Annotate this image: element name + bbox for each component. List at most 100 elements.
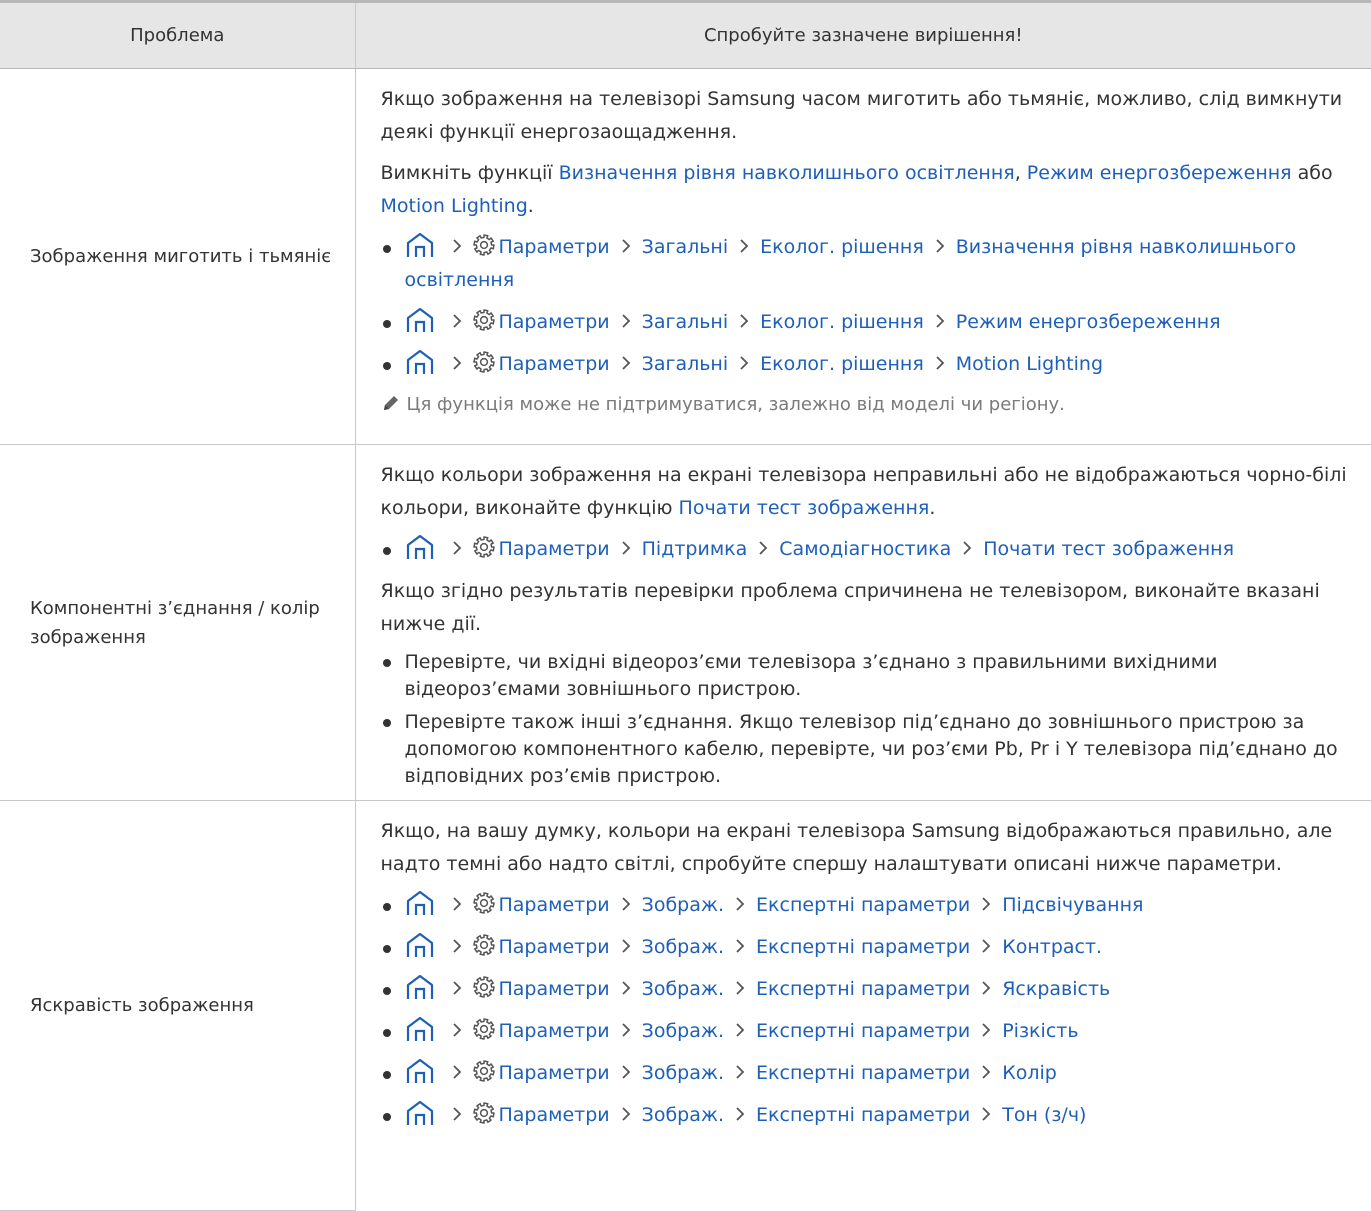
menu-path-step[interactable]: Motion Lighting — [956, 353, 1103, 375]
gear-icon[interactable] — [472, 892, 495, 914]
menu-path-step[interactable]: Загальні — [642, 311, 729, 333]
menu-path: Параметри Загальні Еколог. рішення Motion L… — [381, 348, 1352, 381]
menu-path-step[interactable]: Самодіагностика — [779, 538, 951, 560]
menu-path-step[interactable]: Зображ. — [642, 978, 724, 1000]
menu-path: Параметри Зображ. Експертні параметри Контр… — [381, 931, 1352, 964]
menu-path-step[interactable]: Експертні параметри — [756, 894, 970, 916]
problem-cell: Компонентні з’єднання / колір зображення — [0, 444, 356, 801]
chevron-right-icon — [982, 939, 991, 953]
home-icon[interactable] — [405, 974, 435, 1000]
chevron-right-icon — [622, 939, 630, 953]
gear-icon[interactable] — [472, 976, 495, 998]
solution-paragraph: Якщо згідно результатів перевірки пробле… — [380, 580, 1320, 635]
home-icon[interactable] — [405, 232, 435, 258]
menu-path-step[interactable]: Тон (з/ч) — [1002, 1104, 1086, 1126]
menu-path-step[interactable]: Експертні параметри — [756, 936, 970, 958]
home-icon[interactable] — [405, 1016, 435, 1042]
chevron-right-icon — [936, 356, 945, 370]
text: , — [1014, 162, 1027, 184]
chevron-right-icon — [452, 356, 461, 370]
solution-paragraph: Якщо кольори зображення на екрані телеві… — [381, 459, 1352, 525]
menu-path-step[interactable]: Зображ. — [642, 1062, 724, 1084]
menu-path: Параметри Зображ. Експертні параметри Колір — [381, 1057, 1352, 1090]
chevron-right-icon — [982, 981, 991, 995]
gear-icon[interactable] — [472, 934, 495, 956]
chevron-right-icon — [622, 239, 630, 253]
menu-path-step[interactable]: Колір — [1002, 1062, 1057, 1084]
setting-link[interactable]: Режим енергозбереження — [1027, 162, 1292, 184]
menu-path-step[interactable]: Експертні параметри — [756, 978, 970, 1000]
setting-link[interactable]: Motion Lighting — [381, 195, 528, 217]
home-icon[interactable] — [405, 307, 435, 333]
menu-path-step[interactable]: Режим енергозбереження — [956, 311, 1221, 333]
chevron-right-icon — [736, 1023, 745, 1037]
menu-path: Параметри Загальні Еколог. рішення Визначен… — [381, 231, 1352, 297]
menu-path-list: Параметри Загальні Еколог. рішення Визначен… — [381, 231, 1352, 381]
chevron-right-icon — [736, 1065, 745, 1079]
home-icon[interactable] — [405, 890, 435, 916]
menu-path-step[interactable]: Параметри — [499, 894, 610, 916]
home-icon[interactable] — [405, 932, 435, 958]
chevron-right-icon — [740, 239, 749, 253]
gear-icon[interactable] — [472, 1018, 495, 1040]
chevron-right-icon — [740, 356, 749, 370]
menu-path-step[interactable]: Різкість — [1002, 1020, 1078, 1042]
setting-link[interactable]: Почати тест зображення — [679, 497, 930, 519]
setting-link[interactable]: Визначення рівня навколишнього освітленн… — [559, 162, 1015, 184]
menu-path-step[interactable]: Параметри — [499, 1062, 610, 1084]
chevron-right-icon — [736, 897, 745, 911]
menu-path-step[interactable]: Підсвічування — [1002, 894, 1143, 916]
chevron-right-icon — [963, 541, 972, 555]
menu-path: Параметри Зображ. Експертні параметри Різкі… — [381, 1015, 1352, 1048]
chevron-right-icon — [622, 1107, 630, 1121]
chevron-right-icon — [936, 314, 945, 328]
menu-path-step[interactable]: Загальні — [642, 236, 729, 258]
note-text: Ця функція може не підтримуватися, залеж… — [406, 394, 1065, 415]
home-icon[interactable] — [405, 1100, 435, 1126]
menu-path-step[interactable]: Еколог. рішення — [760, 353, 924, 375]
chevron-right-icon — [936, 239, 945, 253]
gear-icon[interactable] — [472, 351, 495, 373]
gear-icon[interactable] — [472, 309, 495, 331]
text: або — [1291, 162, 1333, 184]
menu-path-step[interactable]: Параметри — [499, 1104, 610, 1126]
menu-path-step[interactable]: Параметри — [499, 353, 610, 375]
problem-cell: Зображення миготить і тьмяніє — [0, 68, 356, 445]
gear-icon[interactable] — [472, 536, 495, 558]
home-icon[interactable] — [405, 1058, 435, 1084]
home-icon[interactable] — [405, 349, 435, 375]
menu-path-step[interactable]: Зображ. — [642, 894, 724, 916]
menu-path-step[interactable]: Параметри — [499, 311, 610, 333]
menu-path-step[interactable]: Параметри — [499, 936, 610, 958]
gear-icon[interactable] — [472, 1060, 495, 1082]
menu-path-step[interactable]: Яскравість — [1002, 978, 1110, 1000]
menu-path-step[interactable]: Експертні параметри — [756, 1104, 970, 1126]
chevron-right-icon — [736, 981, 745, 995]
menu-path-step[interactable]: Параметри — [499, 978, 610, 1000]
menu-path-step[interactable]: Зображ. — [642, 936, 724, 958]
chevron-right-icon — [759, 541, 768, 555]
menu-path-step[interactable]: Експертні параметри — [756, 1020, 970, 1042]
solution-paragraph: Якщо, на вашу думку, кольори на екрані т… — [380, 820, 1333, 875]
menu-path-step[interactable]: Підтримка — [642, 538, 748, 560]
menu-path-step[interactable]: Експертні параметри — [756, 1062, 970, 1084]
chevron-right-icon — [452, 1107, 461, 1121]
menu-path-step[interactable]: Параметри — [499, 1020, 610, 1042]
table-row: Зображення миготить і тьмяніє Якщо зобра… — [0, 68, 1371, 445]
menu-path-step[interactable]: Контраст. — [1002, 936, 1102, 958]
note: Ця функція може не підтримуватися, залеж… — [381, 390, 1352, 420]
column-header-solution: Спробуйте зазначене вирішення! — [355, 0, 1371, 69]
menu-path-step[interactable]: Загальні — [642, 353, 729, 375]
chevron-right-icon — [982, 1065, 991, 1079]
menu-path-step[interactable]: Зображ. — [642, 1104, 724, 1126]
home-icon[interactable] — [405, 534, 435, 560]
gear-icon[interactable] — [472, 234, 495, 256]
menu-path-step[interactable]: Еколог. рішення — [760, 236, 924, 258]
menu-path-step[interactable]: Почати тест зображення — [983, 538, 1234, 560]
table-row: Компонентні з’єднання / колір зображення… — [0, 444, 1371, 801]
gear-icon[interactable] — [472, 1102, 495, 1124]
menu-path-step[interactable]: Параметри — [499, 538, 610, 560]
menu-path-step[interactable]: Зображ. — [642, 1020, 724, 1042]
menu-path-step[interactable]: Еколог. рішення — [760, 311, 924, 333]
menu-path-step[interactable]: Параметри — [499, 236, 610, 258]
